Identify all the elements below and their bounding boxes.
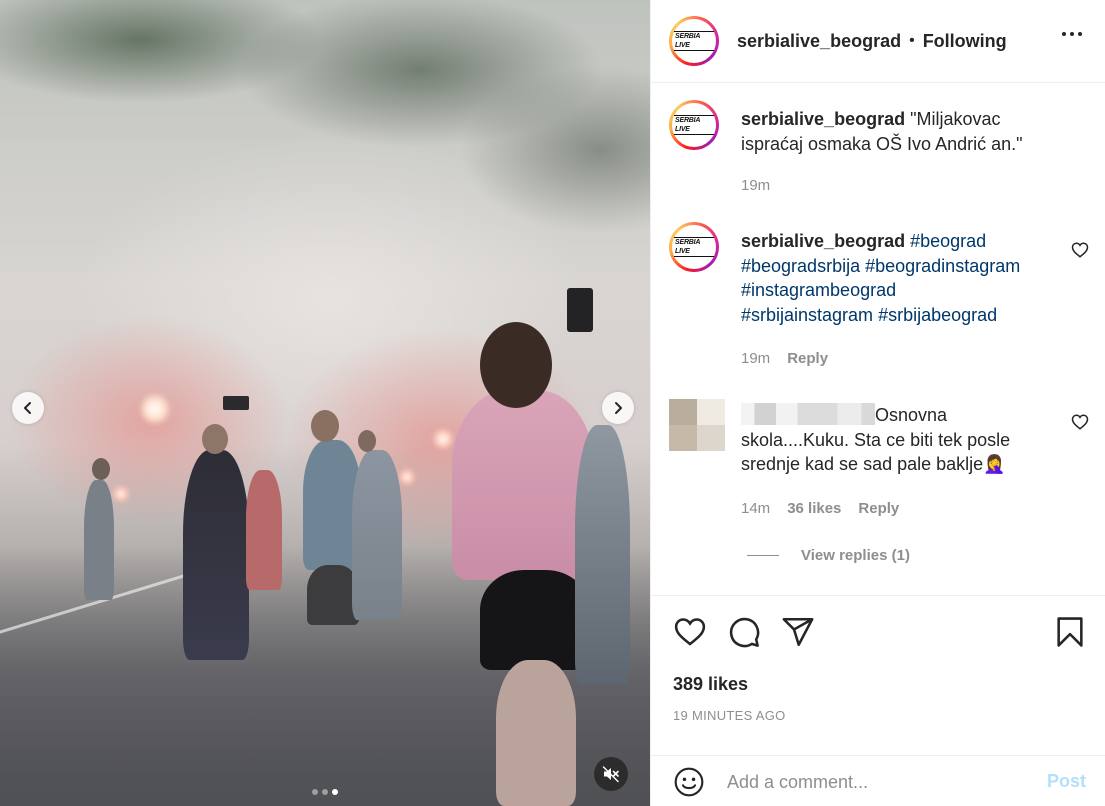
avatar-inner: SERBIA LIVE xyxy=(672,19,716,63)
photo-person xyxy=(575,425,630,685)
hashtag-link[interactable]: #srbijainstagram xyxy=(741,305,873,325)
slide-dot xyxy=(322,789,328,795)
more-options-button[interactable] xyxy=(1062,32,1082,36)
view-replies-label: View replies (1) xyxy=(801,547,910,564)
photo-flare xyxy=(112,485,130,503)
more-options-icon xyxy=(1062,32,1066,36)
avatar-pixel xyxy=(697,425,725,451)
avatar[interactable]: SERBIA LIVE xyxy=(669,222,719,272)
blurred-username[interactable] xyxy=(741,403,875,425)
header-separator: • xyxy=(909,32,915,49)
post-likes-count[interactable]: 389 likes xyxy=(673,674,748,695)
photo-person xyxy=(246,470,282,590)
photo-flare xyxy=(140,392,170,426)
post-timestamp[interactable]: 19 MINUTES AGO xyxy=(673,708,786,723)
avatar-pixel xyxy=(697,399,725,425)
following-button[interactable]: Following xyxy=(923,31,1007,52)
photo-person xyxy=(84,480,114,600)
photo-phone xyxy=(567,288,593,332)
slide-indicator xyxy=(0,789,650,795)
comment-body: serbialive_beograd #beograd #beogradsrbi… xyxy=(741,229,1051,327)
post-media[interactable] xyxy=(0,0,650,806)
slide-dot xyxy=(312,789,318,795)
speaker-muted-icon xyxy=(602,766,619,783)
comment-likes-count[interactable]: 36 likes xyxy=(787,500,841,517)
avatar-inner: SERBIA LIVE xyxy=(672,103,716,147)
hashtag-link[interactable]: #beogradsrbija xyxy=(741,256,860,276)
comments-list[interactable]: SERBIA LIVE serbialive_beograd "Miljakov… xyxy=(651,83,1105,595)
smiley-icon[interactable] xyxy=(673,766,705,798)
comment-meta: 19m Reply xyxy=(741,350,828,367)
more-dot xyxy=(1070,32,1074,36)
post-actions: 389 likes 19 MINUTES AGO xyxy=(651,595,1105,755)
reply-button[interactable]: Reply xyxy=(858,500,899,517)
photo-person xyxy=(452,390,594,580)
previous-slide-button[interactable] xyxy=(12,392,44,424)
avatar[interactable]: SERBIA LIVE xyxy=(669,100,719,150)
comment-input[interactable] xyxy=(727,769,1027,795)
hashtag-link[interactable]: #srbijabeograd xyxy=(878,305,997,325)
slide-dot-active xyxy=(332,789,338,795)
caption-comment: SERBIA LIVE serbialive_beograd "Miljakov… xyxy=(669,100,1089,210)
photo-person-head xyxy=(92,458,110,480)
avatar-logo-text: SERBIA LIVE xyxy=(674,237,714,257)
photo-person-head xyxy=(202,424,228,454)
photo-flare xyxy=(398,468,416,486)
photo-flare xyxy=(432,428,454,450)
comment-username[interactable]: serbialive_beograd xyxy=(741,109,905,129)
paper-plane-icon[interactable] xyxy=(781,615,815,649)
comment-like-heart-icon[interactable] xyxy=(1071,413,1089,431)
reply-button[interactable]: Reply xyxy=(787,350,828,367)
avatar-pixel xyxy=(669,399,697,425)
next-slide-button[interactable] xyxy=(602,392,634,424)
avatar[interactable]: SERBIA LIVE xyxy=(669,16,719,66)
comment-time[interactable]: 14m xyxy=(741,500,770,517)
photo-person-head xyxy=(311,410,339,442)
photo-person xyxy=(183,450,249,660)
comment-meta: 19m xyxy=(741,177,770,194)
replies-line xyxy=(747,555,779,556)
photo-phone xyxy=(223,396,249,410)
blurred-avatar[interactable] xyxy=(669,399,725,451)
post-header: SERBIA LIVE serbialive_beograd • Followi… xyxy=(651,0,1105,83)
avatar-pixel xyxy=(669,425,697,451)
comment-time[interactable]: 19m xyxy=(741,177,770,194)
hashtag-link[interactable]: #beograd xyxy=(910,231,986,251)
comment-username[interactable]: serbialive_beograd xyxy=(741,231,905,251)
heart-icon[interactable] xyxy=(673,615,707,649)
post-side-panel: SERBIA LIVE serbialive_beograd • Followi… xyxy=(650,0,1105,806)
post-comment-button[interactable]: Post xyxy=(1047,771,1086,792)
photo-person-head xyxy=(480,322,552,408)
header-username[interactable]: serbialive_beograd xyxy=(737,31,901,52)
comment-body: Osnovna skola....Kuku. Sta ce biti tek p… xyxy=(741,403,1051,477)
photo-person xyxy=(352,450,402,620)
comment-time[interactable]: 19m xyxy=(741,350,770,367)
chevron-right-icon xyxy=(615,402,622,414)
add-comment-bar: Post xyxy=(651,755,1105,806)
mute-toggle-button[interactable] xyxy=(594,757,628,791)
hashtag-link[interactable]: #instagrambeograd xyxy=(741,280,896,300)
photo-person-head xyxy=(358,430,376,452)
more-dot xyxy=(1078,32,1082,36)
comment-body: serbialive_beograd "Miljakovac ispraćaj … xyxy=(741,107,1051,156)
comment-like-heart-icon[interactable] xyxy=(1071,241,1089,259)
avatar-inner: SERBIA LIVE xyxy=(672,225,716,269)
hashtag-link[interactable]: #beogradinstagram xyxy=(865,256,1020,276)
view-replies-button[interactable]: View replies (1) xyxy=(747,547,910,564)
avatar-logo-text: SERBIA LIVE xyxy=(674,115,714,135)
comment-meta: 14m 36 likes Reply xyxy=(741,500,899,517)
comment-bubble-icon[interactable] xyxy=(727,615,761,649)
hashtag-comment: SERBIA LIVE serbialive_beograd #beograd … xyxy=(669,222,1089,372)
bookmark-icon[interactable] xyxy=(1053,615,1087,649)
user-comment: Osnovna skola....Kuku. Sta ce biti tek p… xyxy=(669,399,1089,579)
chevron-left-icon xyxy=(24,402,31,414)
photo-person xyxy=(496,660,576,806)
avatar-logo-text: SERBIA LIVE xyxy=(674,31,714,51)
photo-person xyxy=(480,570,590,670)
